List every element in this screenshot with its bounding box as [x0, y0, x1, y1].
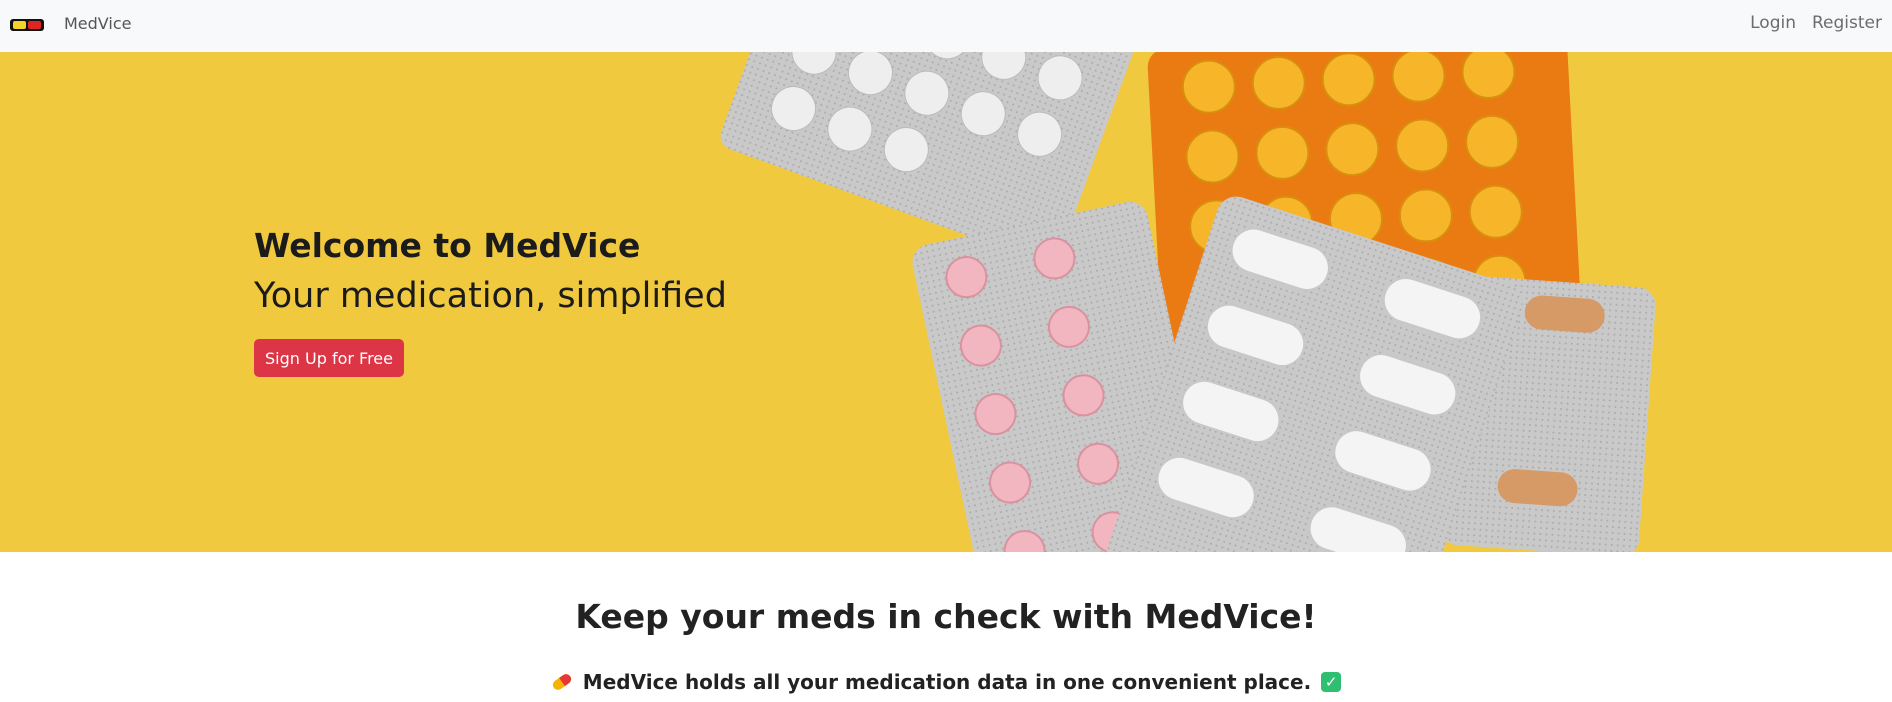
feature-text: MedVice holds all your medication data i… — [582, 670, 1312, 694]
login-link[interactable]: Login — [1750, 13, 1796, 33]
hero-banner: Welcome to MedVice Your medication, simp… — [0, 52, 1892, 552]
top-navbar: MedVice Login Register — [0, 0, 1892, 52]
pill-logo-icon[interactable] — [9, 16, 45, 34]
register-link[interactable]: Register — [1812, 13, 1882, 33]
hero-title: Welcome to MedVice — [254, 226, 641, 265]
check-icon: ✓ — [1321, 672, 1342, 692]
intro-title: Keep your meds in check with MedVice! — [575, 597, 1317, 636]
feature-line: MedVice holds all your medication data i… — [0, 670, 1892, 694]
nav-links: Login Register — [1750, 13, 1882, 33]
brand-name[interactable]: MedVice — [64, 14, 131, 33]
pill-icon — [552, 674, 571, 690]
sign-up-button[interactable]: Sign Up for Free — [254, 339, 404, 377]
hero-subtitle: Your medication, simplified — [254, 276, 727, 316]
